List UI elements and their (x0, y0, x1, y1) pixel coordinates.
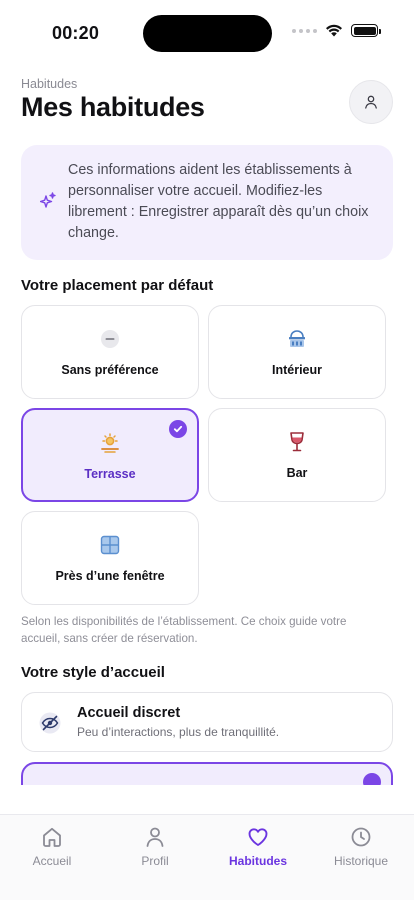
tab-bar: Accueil Profil Habitudes Historique (0, 814, 414, 900)
scroll-content[interactable]: Habitudes Mes habitudes Ces informations… (0, 0, 414, 785)
info-text: Ces informations aident les établissemen… (68, 162, 369, 241)
sun-icon (99, 432, 121, 454)
tab-label: Historique (333, 854, 389, 868)
tab-label: Habitudes (228, 854, 287, 868)
placement-option-terrasse[interactable]: Terrasse (21, 408, 199, 502)
option-label: Près d’une fenêtre (55, 569, 165, 583)
person-icon (105, 824, 205, 850)
heart-icon (208, 824, 308, 850)
tab-accueil[interactable]: Accueil (2, 824, 102, 868)
placement-option-interieur[interactable]: Intérieur (208, 305, 386, 399)
placement-helper-text: Selon les disponibilités de l’établissem… (21, 615, 347, 645)
profile-button[interactable] (349, 80, 393, 124)
selected-check-icon (363, 773, 381, 785)
tab-label: Accueil (32, 854, 72, 868)
home-icon (2, 824, 102, 850)
option-label: Terrasse (84, 467, 136, 481)
tab-habitudes[interactable]: Habitudes (208, 824, 308, 868)
option-label: Bar (286, 466, 308, 480)
welcome-style-option-next[interactable] (21, 762, 393, 785)
eye-off-icon (39, 712, 61, 734)
welcome-style-section-title: Votre style d’accueil (21, 664, 165, 681)
window-icon (99, 534, 121, 556)
tab-historique[interactable]: Historique (311, 824, 411, 868)
person-icon (365, 95, 377, 109)
option-label: Intérieur (271, 363, 322, 377)
option-label: Sans préférence (61, 363, 159, 377)
clock-icon (311, 824, 411, 850)
placement-option-bar[interactable]: Bar (208, 408, 386, 502)
welcome-style-option-discret[interactable]: Accueil discret Peu d’interactions, plus… (21, 692, 393, 752)
building-icon (286, 328, 308, 350)
style-option-subtitle: Peu d’interactions, plus de tranquillité… (77, 725, 280, 739)
minus-circle-icon (99, 328, 121, 350)
placement-option-sans-preference[interactable]: Sans préférence (21, 305, 199, 399)
tab-label: Profil (141, 854, 169, 868)
page-eyebrow: Habitudes (21, 77, 78, 91)
style-option-title: Accueil discret (77, 705, 181, 721)
placement-section-title: Votre placement par défaut (21, 277, 214, 294)
wine-glass-icon (286, 431, 308, 453)
selected-check-icon (169, 420, 187, 438)
page-header: Habitudes Mes habitudes (21, 76, 393, 128)
sparkles-icon (40, 192, 56, 208)
info-card: Ces informations aident les établissemen… (21, 145, 393, 260)
tab-profil[interactable]: Profil (105, 824, 205, 868)
placement-option-fenetre[interactable]: Près d’une fenêtre (21, 511, 199, 605)
page-title: Mes habitudes (21, 92, 205, 122)
